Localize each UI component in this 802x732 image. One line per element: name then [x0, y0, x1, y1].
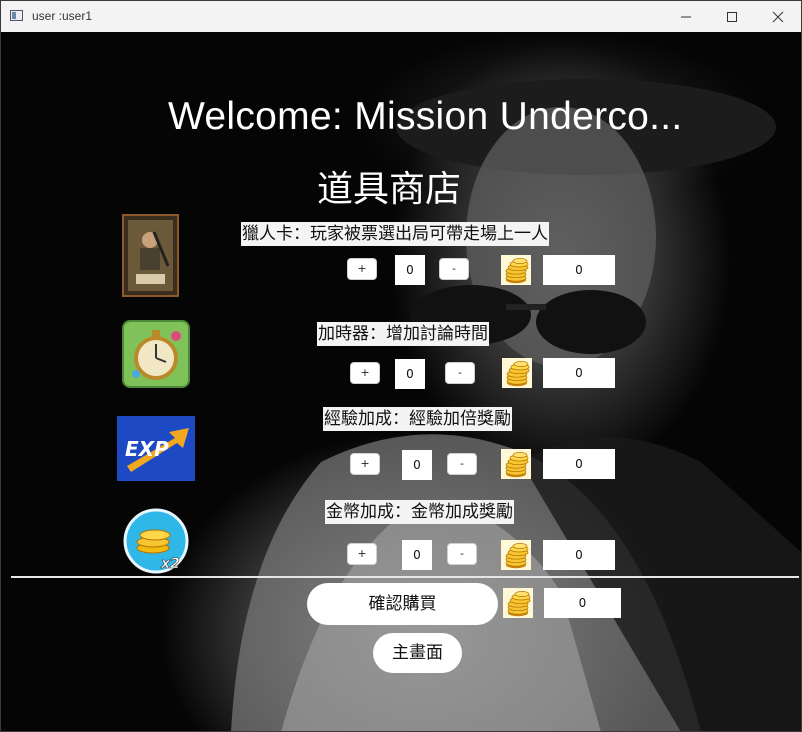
quantity-field[interactable]: 0 [395, 359, 425, 389]
price-field: 0 [543, 540, 615, 570]
quantity-field[interactable]: 0 [395, 255, 425, 285]
decrease-button[interactable]: - [445, 362, 475, 384]
gold-coins-icon [501, 255, 531, 285]
stopwatch-icon [122, 320, 190, 388]
hunter-card-icon [122, 214, 179, 297]
confirm-purchase-button[interactable]: 確認購買 [307, 583, 498, 625]
maximize-button[interactable] [709, 1, 755, 32]
item-description: 加時器：增加討論時間 [317, 322, 489, 346]
divider [11, 576, 799, 578]
svg-text:x2: x2 [160, 556, 180, 572]
close-button[interactable] [755, 1, 801, 32]
app-window: user :user1 Welcome: Mission Underco... … [0, 0, 802, 732]
gold-coins-icon [501, 540, 531, 570]
total-price-field: 0 [544, 588, 621, 618]
gold-coins-icon [503, 588, 533, 618]
window-title: user :user1 [32, 9, 93, 23]
shop-screen: Welcome: Mission Underco... 道具商店 獵人卡：玩家被… [1, 32, 801, 731]
quantity-field[interactable]: 0 [402, 450, 432, 480]
svg-text:EXP: EXP [125, 437, 169, 461]
decrease-button[interactable]: - [447, 453, 477, 475]
price-field: 0 [543, 255, 615, 285]
main-menu-button[interactable]: 主畫面 [373, 633, 462, 673]
shop-title: 道具商店 [317, 169, 462, 210]
item-description: 獵人卡：玩家被票選出局可帶走場上一人 [241, 222, 549, 246]
increase-button[interactable]: + [350, 453, 380, 475]
increase-button[interactable]: + [347, 258, 377, 280]
gold-coins-icon [501, 449, 531, 479]
quantity-field[interactable]: 0 [402, 540, 432, 570]
close-icon [772, 11, 784, 23]
gold-coins-icon [502, 358, 532, 388]
exp-boost-icon: EXP [117, 416, 195, 481]
title-bar[interactable]: user :user1 [1, 1, 801, 33]
item-description: 經驗加成：經驗加倍獎勵 [323, 407, 512, 431]
app-icon [10, 10, 23, 21]
welcome-title: Welcome: Mission Underco... [168, 95, 683, 138]
decrease-button[interactable]: - [447, 543, 477, 565]
decrease-button[interactable]: - [439, 258, 469, 280]
maximize-icon [727, 12, 737, 22]
increase-button[interactable]: + [350, 362, 380, 384]
minimize-icon [681, 16, 691, 18]
coin-x2-icon: x2 [123, 508, 189, 574]
increase-button[interactable]: + [347, 543, 377, 565]
minimize-button[interactable] [663, 1, 709, 32]
item-description: 金幣加成：金幣加成獎勵 [325, 500, 514, 524]
price-field: 0 [543, 449, 615, 479]
price-field: 0 [543, 358, 615, 388]
